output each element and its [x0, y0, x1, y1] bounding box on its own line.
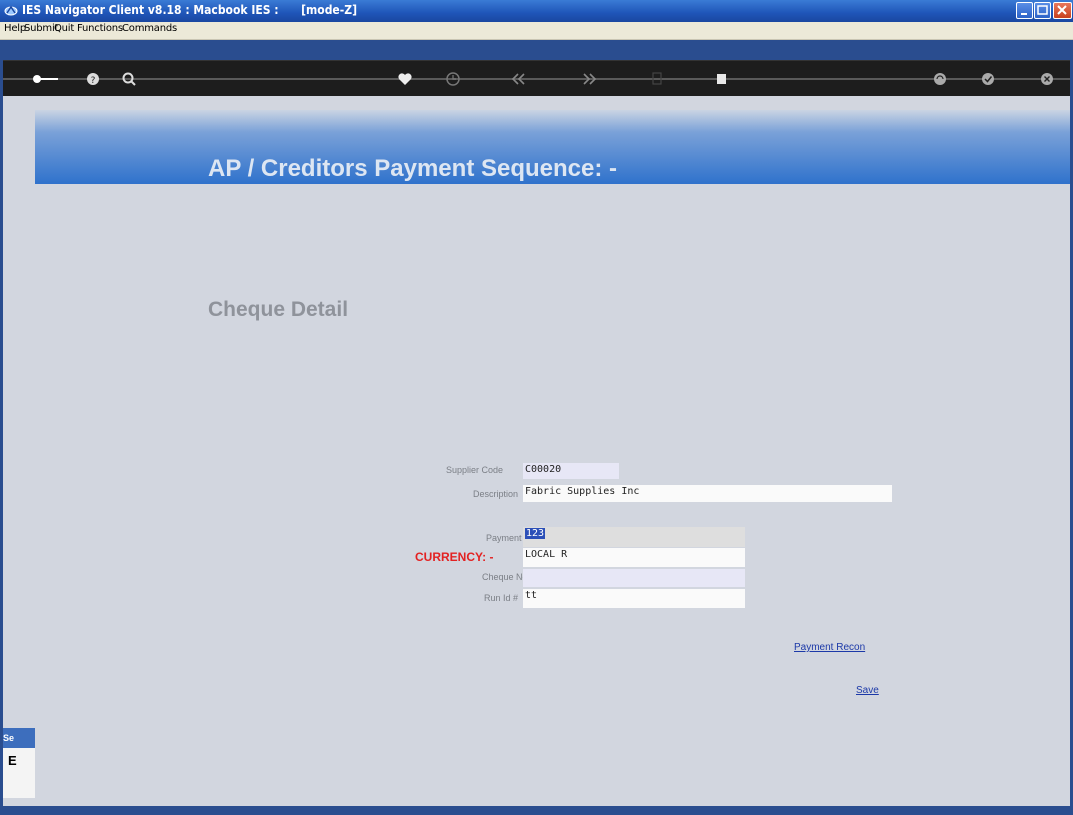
fast-forward-icon	[583, 73, 597, 85]
save-link[interactable]: Save	[856, 685, 879, 696]
menu-help[interactable]: Help	[4, 23, 26, 34]
heart-icon	[398, 73, 412, 85]
app-logo-icon	[4, 5, 18, 16]
bottom-border	[3, 806, 1070, 815]
help-icon: ?	[87, 73, 99, 86]
close-window-button[interactable]	[1053, 2, 1072, 19]
maximize-icon	[1037, 5, 1048, 15]
description-label: Description	[473, 489, 519, 499]
rewind-icon	[511, 73, 525, 85]
payment-recon-link[interactable]: Payment Recon	[794, 642, 865, 653]
minimize-icon	[1021, 13, 1027, 15]
key-icon	[33, 75, 58, 83]
payment-field[interactable]: 123	[523, 527, 745, 547]
help-button[interactable]: ?	[83, 69, 103, 89]
main-panel	[3, 96, 1070, 806]
run-id-field[interactable]: tt	[523, 589, 745, 608]
stop-button[interactable]	[712, 69, 732, 89]
recycle-icon	[934, 73, 946, 85]
close-icon	[1041, 73, 1053, 85]
key-button[interactable]	[29, 69, 63, 89]
recycle-button[interactable]	[930, 69, 950, 89]
cheque-no-label: Cheque No	[482, 572, 528, 582]
maximize-button[interactable]	[1034, 2, 1051, 19]
close-x-icon	[1057, 5, 1067, 15]
menu-bar: Help Submit Quit Functions Commands	[0, 22, 1073, 40]
toolbar: ?	[3, 60, 1070, 97]
next-button[interactable]	[579, 69, 599, 89]
search-icon	[122, 72, 136, 86]
page-title: AP / Creditors Payment Sequence: -	[208, 155, 618, 182]
window-titlebar: IES Navigator Client v8.18 : Macbook IES…	[0, 0, 1073, 22]
favorite-button[interactable]	[395, 69, 415, 89]
previous-button[interactable]	[509, 69, 529, 89]
document-icon	[652, 72, 662, 85]
supplier-code-label: Supplier Code	[446, 465, 504, 475]
document-button[interactable]	[647, 69, 667, 89]
currency-field[interactable]: LOCAL R	[523, 548, 745, 567]
history-button[interactable]	[443, 69, 463, 89]
run-id-label: Run Id #	[484, 593, 519, 603]
minimize-button[interactable]	[1016, 2, 1033, 19]
clock-icon	[446, 72, 460, 86]
payment-label: Payment	[486, 533, 522, 543]
search-button[interactable]	[119, 69, 139, 89]
confirm-button[interactable]	[978, 69, 998, 89]
menu-commands[interactable]: Commands	[122, 23, 177, 34]
currency-label: CURRENCY: -	[415, 550, 494, 564]
section-title: Cheque Detail	[208, 298, 349, 321]
check-icon	[982, 73, 994, 85]
svg-text:?: ?	[91, 76, 96, 86]
cheque-no-field[interactable]	[523, 569, 745, 587]
payment-value: 123	[525, 528, 546, 539]
window-title: IES Navigator Client v8.18 : Macbook IES…	[22, 3, 357, 17]
description-field[interactable]: Fabric Supplies Inc	[523, 485, 892, 502]
menu-functions[interactable]: Functions	[77, 23, 123, 34]
toolbar-rail	[3, 78, 1070, 80]
cancel-button[interactable]	[1037, 69, 1057, 89]
stop-icon	[717, 74, 726, 84]
menu-quit[interactable]: Quit	[54, 23, 74, 34]
supplier-code-field[interactable]: C00020	[523, 463, 619, 479]
side-panel-tab-label: Se	[3, 733, 15, 743]
side-panel-char: E	[8, 753, 17, 768]
